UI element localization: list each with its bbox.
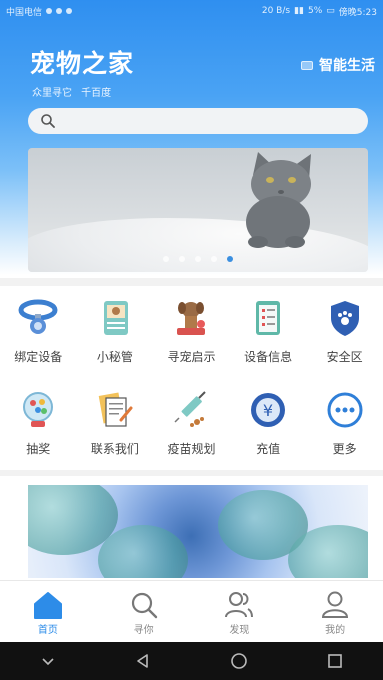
lost-pet-icon: [169, 296, 213, 340]
tab-label: 我的: [325, 625, 346, 636]
notification-icon: [66, 8, 73, 14]
feature-label: 设备信息: [244, 350, 293, 364]
network-speed: 20 B/s: [261, 6, 291, 16]
banner-carousel[interactable]: [28, 148, 368, 272]
tab-discover[interactable]: 发现: [192, 581, 288, 642]
search-icon: [131, 592, 157, 619]
smart-life-label: 智能生活: [319, 58, 375, 74]
pet-collar-icon: [16, 296, 60, 340]
discover-people-icon: [225, 592, 254, 618]
feature-label: 联系我们: [90, 442, 139, 456]
notification-icon: [56, 8, 63, 14]
tab-search[interactable]: 寻你: [96, 581, 192, 642]
tab-home[interactable]: 首页: [0, 581, 96, 642]
more-icon: [323, 388, 367, 432]
tab-label: 首页: [37, 625, 58, 636]
more-button[interactable]: 更多: [306, 388, 383, 457]
app-title: 宠物之家: [30, 49, 135, 78]
feature-grid-row-2: 抽奖 联系我们 疫苗规划 ¥ 充值 更多: [0, 388, 383, 457]
carousel-dot[interactable]: [195, 256, 201, 262]
carousel-dot-active[interactable]: [227, 256, 233, 262]
status-bar: 中国电信 20 B/s ▮▮ 5% ▭ 傍晚5:23: [0, 0, 383, 22]
notification-icon: [46, 8, 53, 14]
feature-grid-row-1: 绑定设备 小秘管 寻宠启示 设备信息 安全区: [0, 296, 383, 365]
section-divider: [0, 470, 383, 476]
bottom-tab-bar: 首页 寻你 发现 我的: [0, 580, 383, 642]
profile-icon: [322, 591, 349, 618]
smart-life-button[interactable]: 智能生活: [301, 55, 375, 75]
signal-icon: ▮▮: [294, 6, 304, 16]
app-subtitle: 众里寻它 千百度: [32, 88, 112, 99]
safe-zone-shield-icon: [323, 296, 367, 340]
carousel-indicator[interactable]: [28, 256, 368, 262]
smart-device-icon: [301, 60, 313, 70]
vaccine-plan-button[interactable]: 疫苗规划: [153, 388, 230, 457]
carousel-dot[interactable]: [179, 256, 185, 262]
feature-label: 抽奖: [26, 442, 51, 456]
feature-label: 更多: [332, 442, 357, 456]
lost-pet-notice-button[interactable]: 寻宠启示: [153, 296, 230, 365]
tab-profile[interactable]: 我的: [287, 581, 383, 642]
battery-percent: 5%: [307, 6, 323, 16]
lottery-button[interactable]: 抽奖: [0, 388, 77, 457]
recent-apps-icon[interactable]: [327, 653, 343, 669]
carousel-dot[interactable]: [163, 256, 169, 262]
feature-label: 绑定设备: [14, 350, 63, 364]
feature-label: 寻宠启示: [167, 350, 216, 364]
cat-photo: [246, 152, 311, 248]
header: 中国电信 20 B/s ▮▮ 5% ▭ 傍晚5:23 宠物之家 众里寻它 千百度…: [0, 0, 383, 275]
secretary-button[interactable]: 小秘管: [77, 296, 154, 365]
feature-label: 疫苗规划: [167, 442, 216, 456]
feature-label: 安全区: [326, 350, 363, 364]
svg-text:¥: ¥: [263, 401, 273, 420]
tab-label: 发现: [229, 625, 250, 636]
recharge-button[interactable]: ¥ 充值: [230, 388, 307, 457]
contact-us-button[interactable]: 联系我们: [77, 388, 154, 457]
carousel-dot[interactable]: [211, 256, 217, 262]
vaccine-icon: [169, 388, 213, 432]
home-icon: [33, 592, 62, 619]
back-icon[interactable]: [135, 653, 151, 669]
search-icon: [41, 114, 55, 128]
device-info-icon: [246, 296, 290, 340]
feature-label: 小秘管: [96, 350, 133, 364]
home-circle-icon[interactable]: [230, 652, 248, 670]
system-nav-bar: [0, 642, 383, 680]
device-info-button[interactable]: 设备信息: [230, 296, 307, 365]
tab-label: 寻你: [133, 625, 154, 636]
promo-banner[interactable]: [28, 485, 368, 578]
contact-us-icon: [93, 388, 137, 432]
lottery-icon: [16, 388, 60, 432]
recharge-yen-icon: ¥: [246, 388, 290, 432]
section-divider: [0, 278, 383, 286]
feature-label: 充值: [256, 442, 281, 456]
carrier-text: 中国电信: [6, 7, 43, 18]
search-input[interactable]: [28, 108, 368, 134]
battery-icon: ▭: [326, 6, 335, 16]
clock: 傍晚5:23: [338, 7, 377, 18]
safe-zone-button[interactable]: 安全区: [306, 296, 383, 365]
bind-device-button[interactable]: 绑定设备: [0, 296, 77, 365]
pet-notebook-icon: [93, 296, 137, 340]
chevron-down-icon[interactable]: [40, 653, 56, 669]
